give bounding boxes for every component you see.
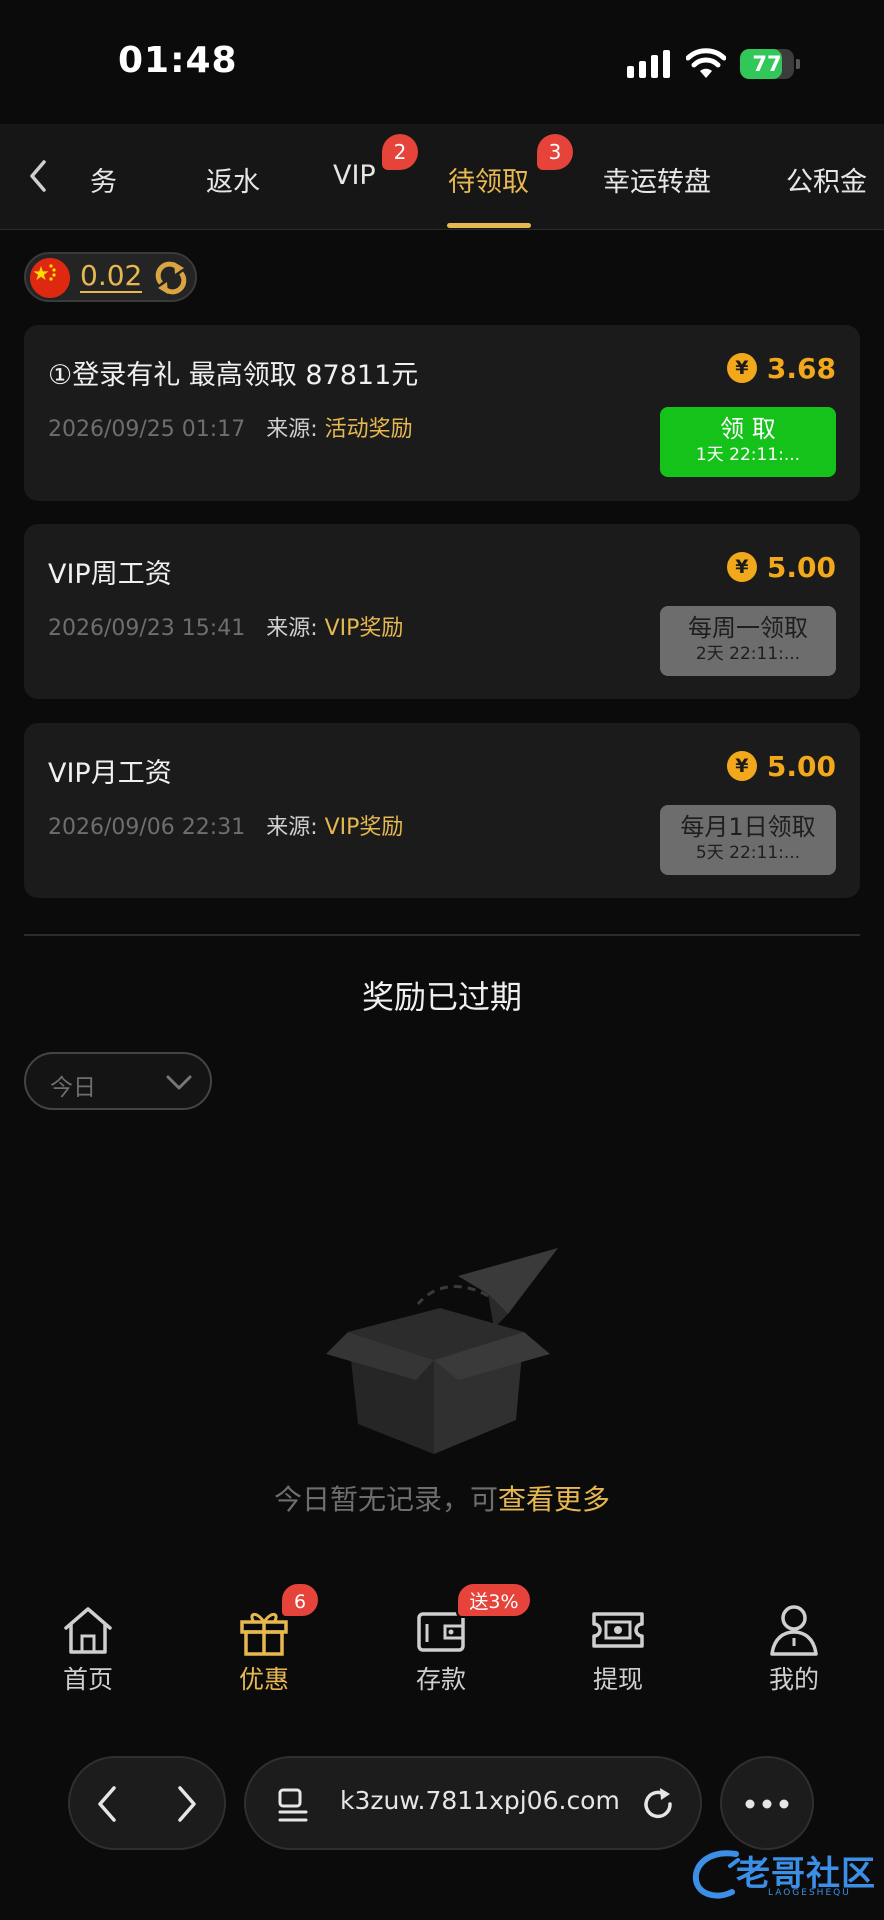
reward-title: VIP月工资 [48,758,172,789]
reward-title: ①登录有礼 最高领取 87811元 [48,360,419,391]
tab-provident-fund[interactable]: 公积金 [786,160,867,199]
reward-amount-value: 5.00 [766,550,836,584]
claim-countdown: 2天 22:11:... [695,644,801,664]
home-icon [64,1607,112,1654]
browser-forward-icon[interactable] [166,1780,206,1828]
empty-state-text: 今日暂无记录，可查看更多 [273,1483,611,1516]
yen-coin-icon: ¥ [726,751,757,781]
battery-cap [796,59,800,69]
status-bar: 01:48 77 [0,0,884,124]
claim-button[interactable]: 领 取 1天 22:11:... [660,407,836,477]
reward-card: VIP周工资 2026/09/23 15:41 来源: VIP奖励 ¥ 5.00… [24,524,860,699]
expired-section-title: 奖励已过期 [361,978,522,1016]
nav-profile[interactable]: 我的 [734,1602,854,1702]
promotions-badge: 6 [280,1582,320,1618]
nav-home[interactable]: 首页 [28,1602,148,1702]
balance-pill: 0.02 [24,252,197,302]
claim-button-label: 领 取 [720,415,776,443]
balance-amount: 0.02 [80,259,143,293]
clock: 01:48 [118,40,238,81]
view-more-link[interactable]: 查看更多 [498,1483,610,1516]
cellular-signal-icon [627,50,670,78]
reward-meta: 2026/09/06 22:31 来源: VIP奖励 [48,809,403,841]
reload-icon[interactable] [640,1786,678,1824]
reward-amount: ¥ 5.00 [726,550,836,584]
yen-coin-icon: ¥ [726,552,757,582]
reward-meta: 2026/09/25 01:17 来源: 活动奖励 [48,411,413,443]
reward-source-label: 来源: [266,417,318,442]
claim-button-label: 每月1日领取 [680,813,816,841]
reward-meta: 2026/09/23 15:41 来源: VIP奖励 [48,610,403,642]
browser-back-icon[interactable] [88,1780,128,1828]
china-flag-icon [30,258,70,298]
bottom-nav: 首页 优惠 6 存款 送3% 提现 我的 [0,1580,884,1710]
weekly-claim-button[interactable]: 每周一领取 2天 22:11:... [660,606,836,676]
reward-source: VIP奖励 [324,815,404,840]
reward-amount: ¥ 5.00 [726,749,836,783]
section-divider [24,934,860,936]
reward-amount-value: 3.68 [766,351,836,385]
tab-tasks[interactable]: 务 [90,160,117,199]
reward-source-label: 来源: [266,616,318,641]
dragon-logo-icon [692,1850,740,1899]
monthly-claim-button[interactable]: 每月1日领取 5天 22:11:... [660,805,836,875]
address-bar[interactable]: k3zuw.7811xpj06.com [244,1756,702,1850]
date-filter-value: 今日 [50,1075,96,1101]
refresh-balance-icon[interactable] [152,259,190,297]
battery-indicator: 77 [740,49,800,79]
claim-countdown: 5天 22:11:... [695,843,801,863]
browser-nav-pill [68,1756,226,1850]
claim-countdown: 1天 22:11:... [695,445,801,465]
page-menu-icon[interactable] [276,1786,310,1824]
reward-date: 2026/09/06 22:31 [48,815,246,840]
category-tab-bar: 务 返水 VIP 2 待领取 3 幸运转盘 公积金 [0,124,884,230]
empty-box-icon [326,1248,558,1454]
reward-card: VIP月工资 2026/09/06 22:31 来源: VIP奖励 ¥ 5.00… [24,723,860,898]
battery-percent: 77 [752,52,782,76]
wifi-icon [686,48,726,78]
chevron-down-icon [166,1075,192,1090]
tab-vip[interactable]: VIP [333,160,376,191]
watermark-logo: 老哥社区 LAOGESHEQU [690,1842,880,1906]
tab-rebate[interactable]: 返水 [206,160,260,199]
user-icon [770,1605,818,1656]
deposit-bonus-badge: 送3% [456,1582,532,1618]
yen-coin-icon: ¥ [726,353,757,383]
more-options-button[interactable] [720,1756,814,1850]
tab-vip-badge: 2 [382,134,418,170]
withdraw-ticket-icon [592,1612,644,1648]
reward-source: VIP奖励 [324,616,404,641]
tab-lucky-wheel[interactable]: 幸运转盘 [603,160,711,199]
reward-source-label: 来源: [266,815,318,840]
reward-source: 活动奖励 [324,417,413,442]
nav-withdraw[interactable]: 提现 [558,1602,678,1702]
active-tab-indicator [447,223,531,228]
reward-date: 2026/09/25 01:17 [48,417,246,442]
date-filter-select[interactable]: 今日 [24,1052,212,1110]
url-text: k3zuw.7811xpj06.com [340,1786,620,1815]
reward-amount: ¥ 3.68 [726,351,836,385]
reward-card: ①登录有礼 最高领取 87811元 2026/09/25 01:17 来源: 活… [24,325,860,501]
claim-button-label: 每周一领取 [688,614,808,642]
reward-date: 2026/09/23 15:41 [48,616,246,641]
more-dots-icon [745,1799,789,1809]
tab-pending-badge: 3 [537,134,573,170]
reward-title: VIP周工资 [48,559,172,590]
reward-amount-value: 5.00 [766,749,836,783]
tab-pending-claim[interactable]: 待领取 [448,160,529,199]
back-arrow-icon[interactable] [22,156,56,196]
